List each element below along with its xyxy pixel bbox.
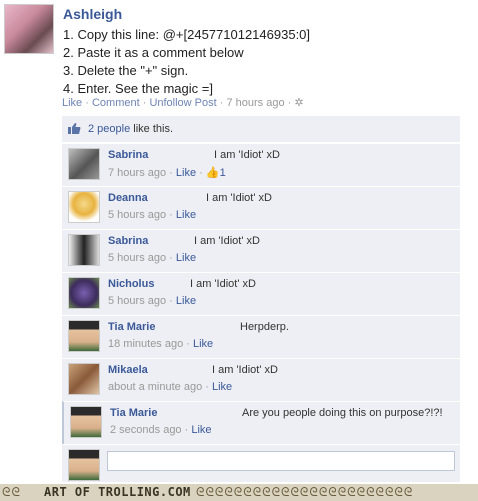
comment-meta: 7 hours ago · Like · 👍1 (108, 167, 226, 179)
commenter-avatar[interactable] (68, 234, 100, 266)
post-author-name[interactable]: Ashleigh (63, 6, 122, 22)
commenter-avatar[interactable] (70, 406, 102, 438)
post-body: 1. Copy this line: @+[245771012146935:0]… (63, 26, 310, 98)
comment-like-link[interactable]: Like (212, 381, 232, 393)
comment-like-count[interactable]: 👍1 (206, 167, 226, 179)
comment-meta: 5 hours ago · Like (108, 209, 197, 221)
commenter-avatar[interactable] (68, 320, 100, 352)
comment-meta: about a minute ago · Like (108, 381, 233, 393)
comment-text: I am 'Idiot' xD (194, 235, 260, 247)
comment-item: Mikaela I am 'Idiot' xD about a minute a… (62, 358, 460, 402)
comment-timestamp[interactable]: 18 minutes ago (108, 338, 183, 350)
commenter-name[interactable]: Tia Marie (110, 407, 158, 419)
comment-like-link[interactable]: Like (176, 167, 196, 179)
post-line: 3. Delete the "+" sign. (63, 63, 189, 78)
comment-like-link[interactable]: Like (176, 295, 196, 307)
comment-timestamp[interactable]: 2 seconds ago (110, 424, 182, 436)
comment-item-highlighted: Tia Marie Are you people doing this on p… (62, 401, 460, 445)
comment-like-link[interactable]: Like (176, 252, 196, 264)
comment-input[interactable] (107, 451, 455, 471)
commenter-name[interactable]: Tia Marie (108, 321, 156, 333)
likes-count-link[interactable]: 2 people (88, 123, 130, 135)
commenter-avatar[interactable] (68, 191, 100, 223)
comment-meta: 2 seconds ago · Like (110, 424, 212, 436)
commenter-name[interactable]: Nicholus (108, 278, 154, 290)
comment-like-link[interactable]: Like (176, 209, 196, 221)
post-line: 2. Paste it as a comment below (63, 45, 244, 60)
post-author-avatar[interactable] (4, 4, 54, 54)
comment-text: Herpderp. (240, 321, 289, 333)
watermark-footer: ᘓᘓ ART OF TROLLING.COM ᘓᘓᘓᘓᘓᘓᘓᘓᘓᘓᘓᘓᘓᘓᘓᘓᘓ… (0, 484, 478, 501)
like-link[interactable]: Like (62, 97, 82, 109)
comment-item: Sabrina I am 'Idiot' xD 7 hours ago · Li… (62, 143, 460, 187)
comment-timestamp[interactable]: 5 hours ago (108, 209, 166, 221)
post-line: 1. Copy this line: @+[245771012146935:0] (63, 27, 311, 42)
comment-meta: 18 minutes ago · Like (108, 338, 214, 350)
commenter-name[interactable]: Deanna (108, 192, 148, 204)
commenter-avatar[interactable] (68, 363, 100, 395)
comment-text: I am 'Idiot' xD (214, 149, 280, 161)
comments-box: 2 people like this. Sabrina I am 'Idiot'… (62, 116, 460, 482)
comment-meta: 5 hours ago · Like (108, 295, 197, 307)
current-user-avatar (68, 449, 100, 481)
comment-like-link[interactable]: Like (191, 424, 211, 436)
comment-item: Sabrina I am 'Idiot' xD 5 hours ago · Li… (62, 229, 460, 273)
likes-summary: 2 people like this. (88, 123, 173, 135)
comment-item: Nicholus I am 'Idiot' xD 5 hours ago · L… (62, 272, 460, 316)
comment-text: I am 'Idiot' xD (206, 192, 272, 204)
sparkle-icon: ✲ (294, 97, 304, 109)
comment-timestamp[interactable]: 7 hours ago (108, 167, 166, 179)
commenter-name[interactable]: Sabrina (108, 149, 148, 161)
comment-timestamp[interactable]: 5 hours ago (108, 252, 166, 264)
comment-timestamp[interactable]: 5 hours ago (108, 295, 166, 307)
comment-composer (62, 444, 460, 483)
comment-like-link[interactable]: Like (193, 338, 213, 350)
swirl-decoration-icon: ᘓᘓ (2, 485, 21, 499)
unfollow-link[interactable]: Unfollow Post (149, 97, 216, 109)
swirl-decoration-icon: ᘓᘓᘓᘓᘓᘓᘓᘓᘓᘓᘓᘓᘓᘓᘓᘓᘓᘓᘓᘓᘓᘓᘓ (196, 485, 414, 499)
comment-text: I am 'Idiot' xD (190, 278, 256, 290)
commenter-name[interactable]: Mikaela (108, 364, 148, 376)
comment-meta: 5 hours ago · Like (108, 252, 197, 264)
likes-row: 2 people like this. (62, 116, 460, 143)
comment-text: Are you people doing this on purpose?!?! (242, 407, 443, 419)
thumbs-up-icon (68, 123, 81, 134)
comment-timestamp[interactable]: about a minute ago (108, 381, 202, 393)
site-watermark: ART OF TROLLING.COM (44, 485, 191, 499)
thumbs-up-icon: 👍 (205, 167, 220, 179)
commenter-avatar[interactable] (68, 277, 100, 309)
commenter-avatar[interactable] (68, 148, 100, 180)
comment-text: I am 'Idiot' xD (212, 364, 278, 376)
commenter-name[interactable]: Sabrina (108, 235, 148, 247)
comment-link[interactable]: Comment (92, 97, 140, 109)
comment-item: Tia Marie Herpderp. 18 minutes ago · Lik… (62, 315, 460, 359)
likes-suffix: like this. (133, 123, 174, 135)
comment-item: Deanna I am 'Idiot' xD 5 hours ago · Lik… (62, 186, 460, 230)
post-timestamp[interactable]: 7 hours ago (226, 97, 284, 109)
post-actions: Like · Comment · Unfollow Post · 7 hours… (62, 97, 304, 109)
